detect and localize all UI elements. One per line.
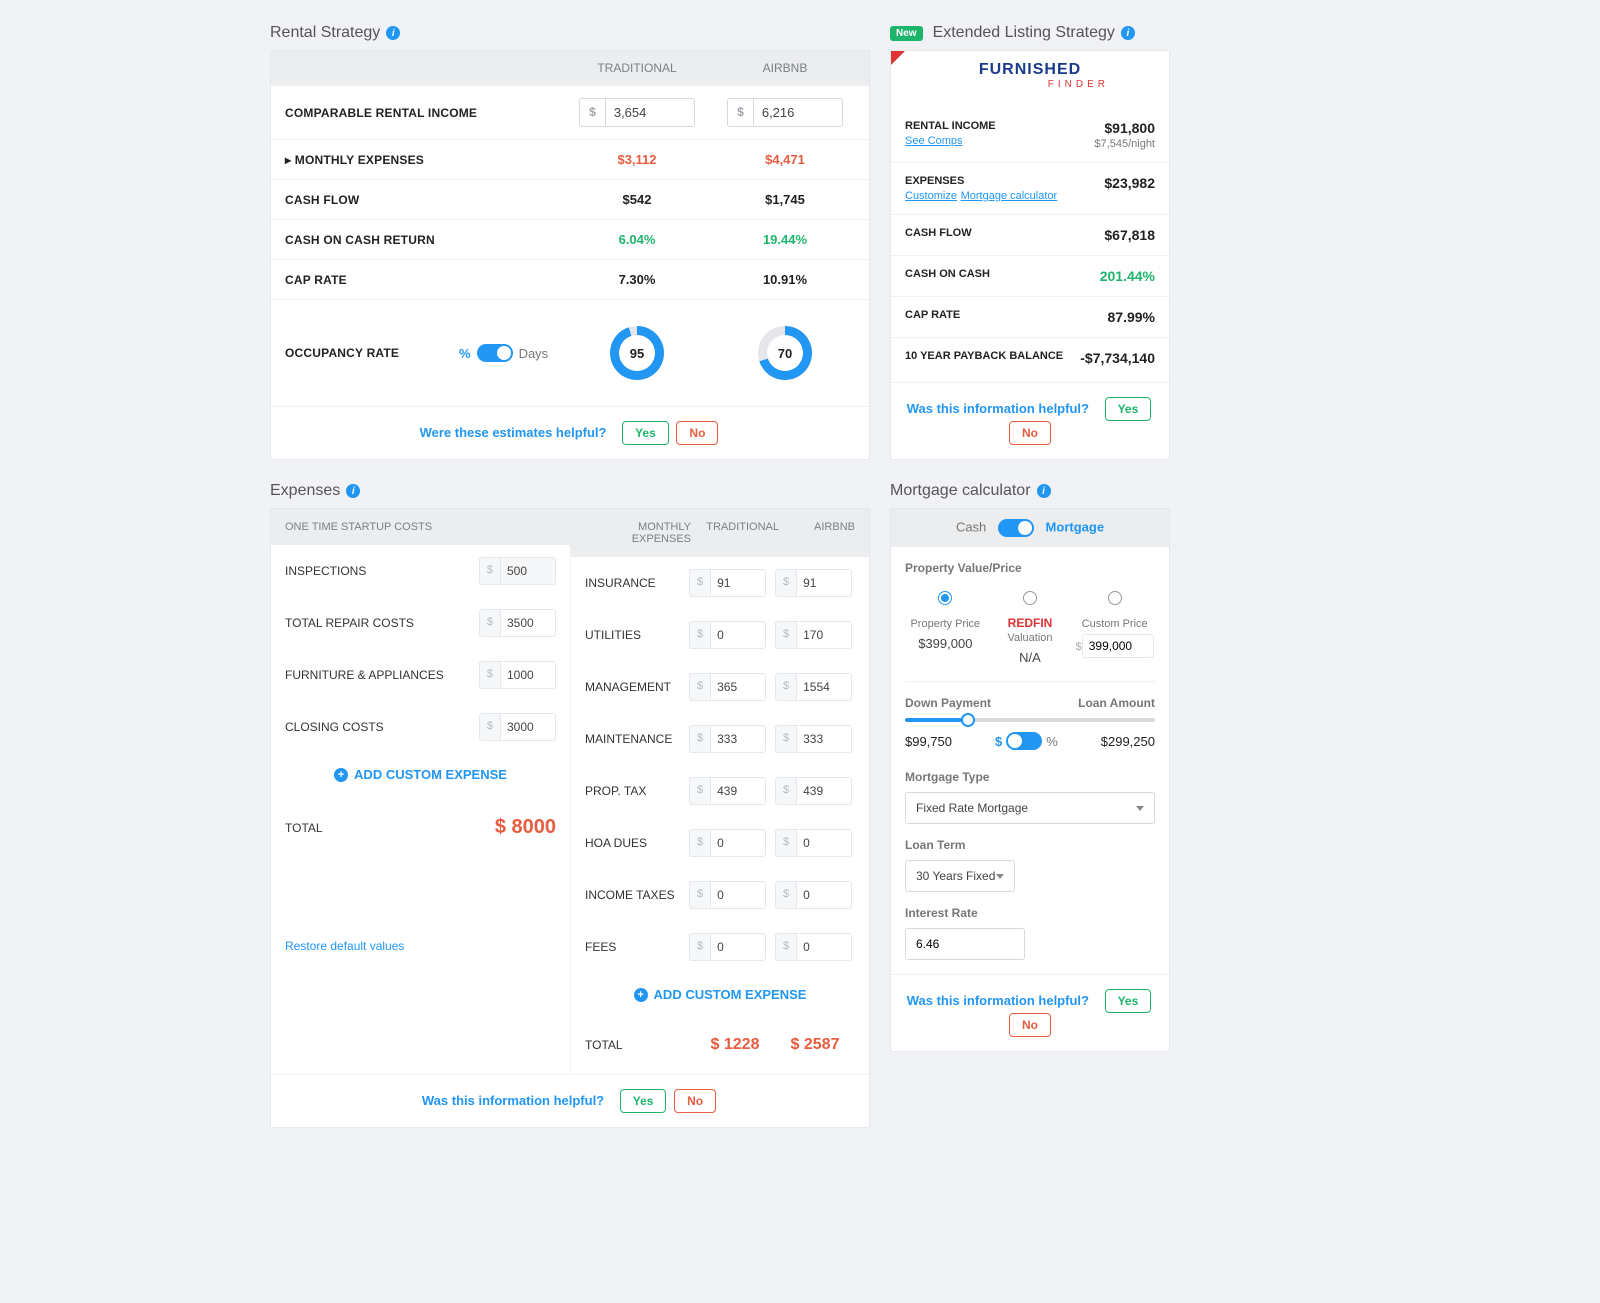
fees-air-input[interactable] [796,933,852,961]
yes-button[interactable]: Yes [620,1089,667,1113]
interest-rate-input[interactable] [905,928,1025,960]
mortgage-calculator-card: Cash Mortgage Property Value/Price Prope… [890,508,1170,1052]
mgmt-trad-input[interactable] [710,673,766,701]
rental-strategy-title: Rental Strategy i [270,24,870,42]
down-payment-slider[interactable] [905,718,1155,722]
dollar-percent-toggle[interactable] [1006,732,1042,750]
air-expenses: $4,471 [715,152,855,167]
yes-button[interactable]: Yes [622,421,669,445]
hoa-air-input[interactable] [796,829,852,857]
info-icon[interactable]: i [1037,484,1051,498]
add-custom-expense-button[interactable]: +ADD CUSTOM EXPENSE [571,973,869,1016]
restore-defaults-link[interactable]: Restore default values [271,939,570,971]
maint-air-input[interactable] [796,725,852,753]
extended-listing-title: New Extended Listing Strategy i [890,24,1170,42]
info-icon[interactable]: i [386,26,400,40]
repair-input[interactable] [500,609,556,637]
trad-occupancy-donut: 95 [610,326,664,380]
property-price-radio[interactable] [938,591,952,605]
custom-price-input[interactable] [1082,634,1154,658]
furnished-finder-logo: FURNISHED FINDER [891,51,1169,108]
no-button[interactable]: No [1009,1013,1051,1037]
trad-expenses: $3,112 [567,152,707,167]
air-occupancy-donut: 70 [758,326,812,380]
mortgage-calculator-title: Mortgage calculator i [890,482,1170,500]
col-airbnb: AIRBNB [715,61,855,75]
monthly-expenses-toggle[interactable]: ▸ MONTHLY EXPENSES [285,153,559,167]
occupancy-toggle[interactable] [477,344,513,362]
yes-button[interactable]: Yes [1105,397,1152,421]
row-label: COMPARABLE RENTAL INCOME [285,106,559,120]
hoa-trad-input[interactable] [710,829,766,857]
chevron-down-icon [1136,806,1144,811]
inspections-input[interactable] [500,557,556,585]
airbnb-income-input[interactable] [753,98,843,127]
insurance-air-input[interactable] [796,569,852,597]
closing-input[interactable] [500,713,556,741]
no-button[interactable]: No [676,421,718,445]
add-custom-expense-button[interactable]: +ADD CUSTOM EXPENSE [271,753,570,796]
yes-button[interactable]: Yes [1105,989,1152,1013]
loan-term-select[interactable]: 30 Years Fixed [905,860,1015,892]
traditional-income-input[interactable] [605,98,695,127]
no-button[interactable]: No [674,1089,716,1113]
utilities-trad-input[interactable] [710,621,766,649]
proptax-trad-input[interactable] [710,777,766,805]
cash-mortgage-toggle[interactable] [998,519,1034,537]
expenses-card: ONE TIME STARTUP COSTS INSPECTIONS$ TOTA… [270,508,870,1128]
fees-trad-input[interactable] [710,933,766,961]
custom-price-radio[interactable] [1108,591,1122,605]
insurance-trad-input[interactable] [710,569,766,597]
info-icon[interactable]: i [346,484,360,498]
redfin-radio[interactable] [1023,591,1037,605]
itax-trad-input[interactable] [710,881,766,909]
furniture-input[interactable] [500,661,556,689]
no-button[interactable]: No [1009,421,1051,445]
proptax-air-input[interactable] [796,777,852,805]
mgmt-air-input[interactable] [796,673,852,701]
extended-listing-card: FURNISHED FINDER RENTAL INCOMESee Comps … [890,50,1170,460]
rental-strategy-card: TRADITIONAL AIRBNB COMPARABLE RENTAL INC… [270,50,870,460]
maint-trad-input[interactable] [710,725,766,753]
itax-air-input[interactable] [796,881,852,909]
mortgage-calc-link[interactable]: Mortgage calculator [961,190,1058,202]
utilities-air-input[interactable] [796,621,852,649]
chevron-down-icon [996,874,1004,879]
info-icon[interactable]: i [1121,26,1135,40]
customize-link[interactable]: Customize [905,190,957,202]
expenses-title: Expenses i [270,482,870,500]
plus-icon: + [334,768,348,782]
mortgage-type-select[interactable]: Fixed Rate Mortgage [905,792,1155,824]
plus-icon: + [634,988,648,1002]
see-comps-link[interactable]: See Comps [905,135,962,147]
col-traditional: TRADITIONAL [567,61,707,75]
